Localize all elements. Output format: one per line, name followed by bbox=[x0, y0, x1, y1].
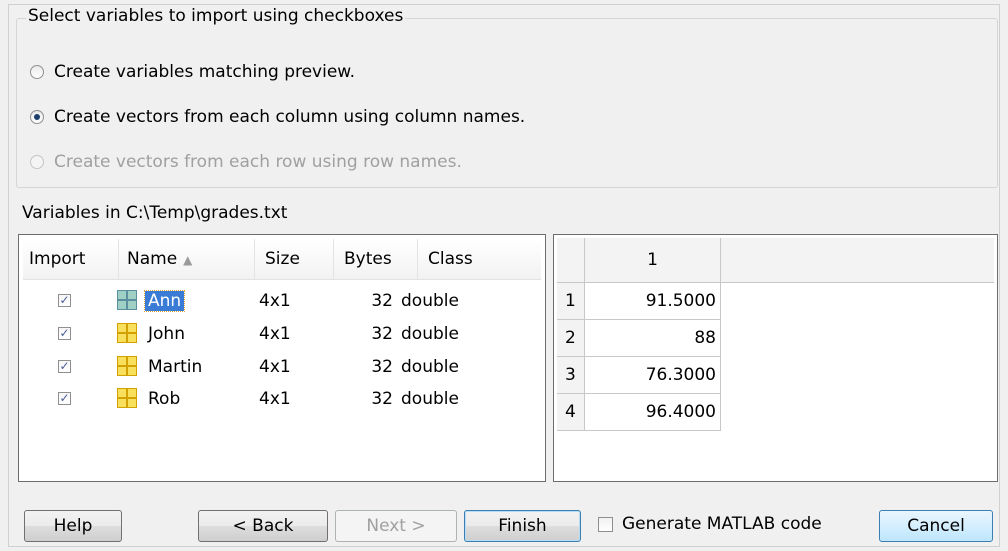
table-row[interactable]: ✓ Martin 4x1 32 double bbox=[19, 355, 539, 379]
generate-code-label[interactable]: Generate MATLAB code bbox=[622, 514, 822, 534]
grid-cell[interactable]: 88 bbox=[585, 320, 721, 357]
grid-row-header: 1 bbox=[557, 283, 585, 320]
variable-name[interactable]: Martin bbox=[148, 355, 202, 379]
variable-bytes: 32 bbox=[371, 291, 393, 311]
generate-code-checkbox[interactable] bbox=[598, 517, 613, 532]
radio-label: Create variables matching preview. bbox=[54, 62, 356, 82]
grid-column-header: 1 bbox=[585, 238, 721, 283]
variable-name[interactable]: John bbox=[148, 322, 185, 346]
grid-corner bbox=[557, 238, 585, 283]
grid-row-header: 2 bbox=[557, 320, 585, 357]
variable-size: 4x1 bbox=[259, 291, 291, 311]
help-button[interactable]: Help bbox=[24, 510, 122, 542]
variable-class: double bbox=[401, 291, 459, 311]
group-title: Select variables to import using checkbo… bbox=[26, 6, 406, 26]
import-checkbox[interactable]: ✓ bbox=[58, 360, 71, 373]
variable-bytes: 32 bbox=[371, 357, 393, 377]
column-header-label: Name bbox=[127, 249, 178, 269]
cancel-button[interactable]: Cancel bbox=[879, 510, 993, 542]
column-header-size[interactable]: Size bbox=[255, 239, 334, 279]
radio-button-icon[interactable] bbox=[30, 65, 44, 79]
grid-row-header: 4 bbox=[557, 394, 585, 431]
variable-class: double bbox=[401, 357, 459, 377]
table-row[interactable]: ✓ Rob 4x1 32 double bbox=[19, 387, 539, 411]
variables-table-header: Import Name ▲ Size Bytes Class bbox=[23, 239, 541, 280]
matrix-variable-icon bbox=[117, 290, 137, 310]
radio-vectors-from-rows: Create vectors from each row using row n… bbox=[30, 150, 462, 174]
column-header-name[interactable]: Name ▲ bbox=[119, 239, 255, 279]
matrix-variable-icon bbox=[117, 323, 137, 343]
grid-header-fill bbox=[721, 238, 994, 283]
matrix-variable-icon bbox=[117, 388, 137, 408]
column-header-bytes[interactable]: Bytes bbox=[334, 239, 418, 279]
next-button: Next > bbox=[335, 510, 457, 542]
import-checkbox[interactable]: ✓ bbox=[58, 392, 71, 405]
variable-name[interactable]: Rob bbox=[148, 387, 180, 411]
variable-bytes: 32 bbox=[371, 389, 393, 409]
variables-source-label: Variables in C:\Temp\grades.txt bbox=[22, 203, 288, 223]
column-header-label: Bytes bbox=[344, 249, 392, 269]
finish-button[interactable]: Finish bbox=[464, 510, 581, 542]
sort-ascending-icon: ▲ bbox=[183, 253, 193, 267]
variable-size: 4x1 bbox=[259, 357, 291, 377]
radio-button-selected-icon[interactable] bbox=[30, 110, 44, 124]
data-preview-grid: 1 1 91.5000 2 88 3 76.3000 4 96.4000 bbox=[553, 234, 998, 482]
radio-vectors-from-columns[interactable]: Create vectors from each column using co… bbox=[30, 105, 525, 129]
grid-row-header: 3 bbox=[557, 357, 585, 394]
import-checkbox[interactable]: ✓ bbox=[58, 327, 71, 340]
column-header-class[interactable]: Class bbox=[418, 239, 543, 279]
column-header-import[interactable]: Import bbox=[23, 239, 119, 279]
radio-label: Create vectors from each row using row n… bbox=[54, 152, 462, 172]
variable-size: 4x1 bbox=[259, 324, 291, 344]
column-header-label: Size bbox=[265, 249, 300, 269]
radio-create-matching-preview[interactable]: Create variables matching preview. bbox=[30, 60, 355, 84]
variables-table: Import Name ▲ Size Bytes Class ✓ Ann 4x1 … bbox=[18, 234, 546, 482]
variable-size: 4x1 bbox=[259, 389, 291, 409]
import-checkbox[interactable]: ✓ bbox=[58, 294, 71, 307]
matrix-variable-icon bbox=[117, 356, 137, 376]
variable-class: double bbox=[401, 324, 459, 344]
grid-cell[interactable]: 96.4000 bbox=[585, 394, 721, 431]
variable-name[interactable]: Ann bbox=[143, 290, 186, 312]
back-button[interactable]: < Back bbox=[198, 510, 328, 542]
variable-class: double bbox=[401, 389, 459, 409]
radio-label: Create vectors from each column using co… bbox=[54, 107, 526, 127]
radio-button-disabled-icon bbox=[30, 155, 44, 169]
column-header-label: Import bbox=[29, 249, 86, 269]
grid-cell[interactable]: 91.5000 bbox=[585, 283, 721, 320]
table-row[interactable]: ✓ John 4x1 32 double bbox=[19, 322, 539, 346]
column-header-label: Class bbox=[428, 249, 473, 269]
variable-bytes: 32 bbox=[371, 324, 393, 344]
grid-cell[interactable]: 76.3000 bbox=[585, 357, 721, 394]
table-row[interactable]: ✓ Ann 4x1 32 double bbox=[19, 289, 539, 313]
